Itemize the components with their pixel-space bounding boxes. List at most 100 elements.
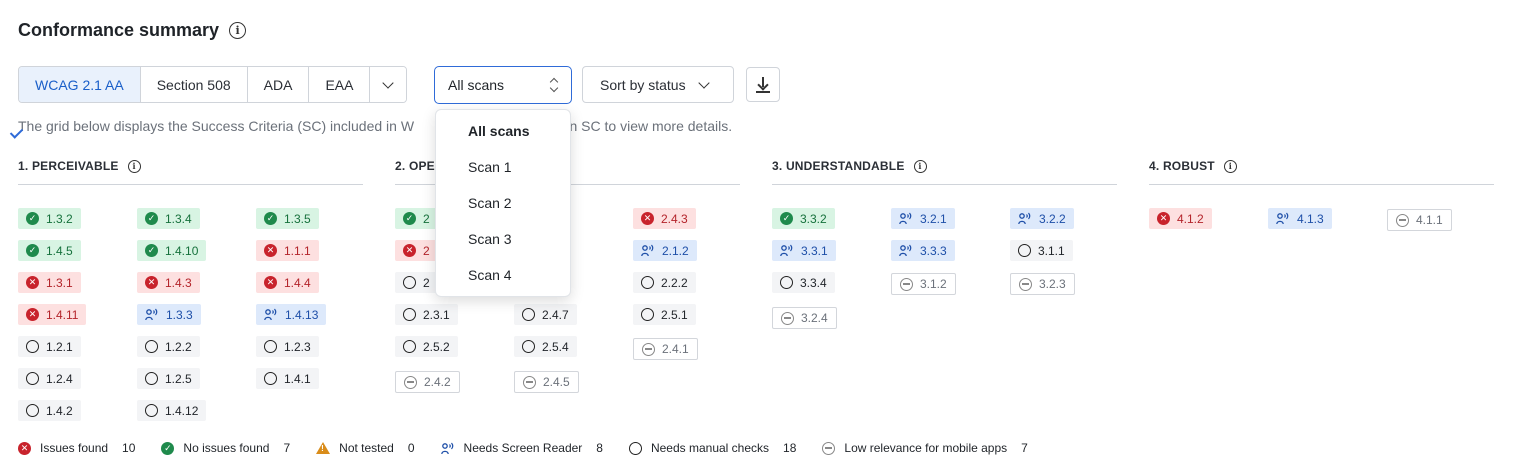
criterion-chip[interactable]: ✓ 1.4.10: [137, 240, 207, 261]
criterion-chip[interactable]: ✓ 1.3.2: [18, 208, 81, 229]
criterion-chip[interactable]: ✓ 1.4.5: [18, 240, 81, 261]
criterion-chip[interactable]: 2.5.1: [633, 304, 696, 325]
screen-reader-icon: [1276, 212, 1290, 225]
criterion-chip[interactable]: 1.4.1: [256, 368, 319, 389]
criterion-chip[interactable]: 2.4.5: [514, 371, 579, 393]
manual-check-icon: [145, 404, 158, 417]
criterion-chip[interactable]: 2.2.2: [633, 272, 696, 293]
pass-icon: ✓: [26, 212, 39, 225]
criterion-id: 1.4.10: [165, 243, 199, 258]
page-title-row: Conformance summary i: [18, 20, 247, 41]
criterion-chip[interactable]: 1.4.12: [137, 400, 207, 421]
info-icon[interactable]: i: [913, 159, 927, 173]
tab-eaa[interactable]: EAA: [309, 67, 371, 102]
criterion-chip[interactable]: 2.4.1: [633, 338, 698, 360]
criterion-chip[interactable]: 2.1.2: [633, 240, 697, 261]
criterion-chip[interactable]: ✕ 4.1.2: [1149, 208, 1212, 229]
divider: [18, 184, 363, 185]
criterion-chip[interactable]: 1.2.4: [18, 368, 81, 389]
menu-item-all-scans[interactable]: All scans: [468, 123, 529, 139]
download-button[interactable]: [746, 67, 780, 102]
screen-reader-icon: [899, 212, 913, 225]
screen-reader-icon: [1018, 212, 1032, 225]
menu-item-scan-3[interactable]: Scan 3: [468, 231, 512, 247]
criterion-chip[interactable]: 3.1.1: [1010, 240, 1073, 261]
criterion-chip[interactable]: ✕ 2: [395, 240, 438, 261]
sort-button[interactable]: Sort by status: [582, 66, 734, 103]
legend-not-tested: Not tested 0: [316, 441, 415, 455]
legend-count: 7: [1021, 441, 1028, 455]
criterion-chip[interactable]: ✕ 1.1.1: [256, 240, 319, 261]
legend-label: No issues found: [183, 441, 270, 455]
legend-count: 8: [596, 441, 603, 455]
manual-check-icon: [522, 340, 535, 353]
screen-reader-icon: [641, 244, 655, 257]
criterion-chip[interactable]: 3.2.3: [1010, 273, 1075, 295]
menu-item-scan-4[interactable]: Scan 4: [468, 267, 512, 283]
tab-ada[interactable]: ADA: [247, 67, 310, 102]
criterion-chip[interactable]: 1.3.3: [137, 304, 201, 325]
criterion-chip[interactable]: 2.4.2: [395, 371, 460, 393]
criterion-chip[interactable]: ✓ 3.3.2: [772, 208, 835, 229]
issues-icon: ✕: [264, 244, 277, 257]
section-title: 4. ROBUST: [1149, 159, 1215, 173]
download-icon: [756, 76, 770, 93]
criterion-chip[interactable]: 1.4.13: [256, 304, 327, 325]
criterion-chip[interactable]: 1.2.1: [18, 336, 81, 357]
criterion-chip[interactable]: ✕ 1.4.3: [137, 272, 200, 293]
criterion-id: 3.1.2: [920, 277, 947, 291]
criterion-id: 4.1.3: [1297, 211, 1324, 226]
criterion-chip[interactable]: 1.4.2: [18, 400, 81, 421]
criterion-chip[interactable]: 3.2.2: [1010, 208, 1074, 229]
criterion-id: 2: [423, 211, 430, 226]
manual-check-icon: [641, 308, 654, 321]
criterion-id: 3.2.3: [1039, 277, 1066, 291]
criterion-chip[interactable]: ✕ 1.4.4: [256, 272, 319, 293]
criterion-chip[interactable]: 1.2.2: [137, 336, 200, 357]
criterion-chip[interactable]: 1.2.3: [256, 336, 319, 357]
menu-item-scan-1[interactable]: Scan 1: [468, 159, 512, 175]
scan-select[interactable]: All scans: [434, 66, 572, 104]
criterion-id: 1.1.1: [284, 243, 311, 258]
criterion-chip[interactable]: 3.1.2: [891, 273, 956, 295]
manual-check-icon: [145, 372, 158, 385]
criterion-id: 4.1.1: [1416, 213, 1443, 227]
pass-icon: ✓: [26, 244, 39, 257]
criterion-id: 2: [423, 275, 430, 290]
criterion-chip[interactable]: 4.1.1: [1387, 209, 1452, 231]
criterion-chip[interactable]: 2.5.4: [514, 336, 577, 357]
info-icon[interactable]: i: [229, 22, 247, 39]
menu-item-scan-2[interactable]: Scan 2: [468, 195, 512, 211]
criterion-chip[interactable]: 3.3.1: [772, 240, 836, 261]
criterion-chip[interactable]: 1.2.5: [137, 368, 200, 389]
criterion-id: 2.4.2: [424, 375, 451, 389]
issues-icon: ✕: [145, 276, 158, 289]
criterion-chip[interactable]: 3.3.4: [772, 272, 835, 293]
legend-label: Issues found: [40, 441, 109, 455]
criterion-chip[interactable]: 3.3.3: [891, 240, 955, 261]
criterion-chip[interactable]: 3.2.4: [772, 307, 837, 329]
info-icon[interactable]: i: [127, 159, 141, 173]
criterion-id: 1.3.4: [165, 211, 192, 226]
criterion-chip[interactable]: ✕ 1.3.1: [18, 272, 81, 293]
criterion-chip[interactable]: ✕ 2.4.3: [633, 208, 696, 229]
criterion-chip[interactable]: 2.5.2: [395, 336, 458, 357]
criterion-chip[interactable]: 2.3.1: [395, 304, 458, 325]
criterion-chip[interactable]: 3.2.1: [891, 208, 955, 229]
manual-check-icon: [26, 404, 39, 417]
tab-wcag[interactable]: WCAG 2.1 AA: [19, 67, 141, 102]
more-standards-button[interactable]: [370, 67, 407, 102]
criterion-chip[interactable]: 2.4.7: [514, 304, 577, 325]
info-icon[interactable]: i: [1223, 159, 1237, 173]
tab-section-508[interactable]: Section 508: [140, 67, 248, 102]
criterion-chip[interactable]: 4.1.3: [1268, 208, 1332, 229]
legend-label: Low relevance for mobile apps: [844, 441, 1008, 455]
criterion-chip[interactable]: ✓ 1.3.5: [256, 208, 319, 229]
criterion-chip[interactable]: ✕ 1.4.11: [18, 304, 87, 325]
criterion-chip[interactable]: ✓ 1.3.4: [137, 208, 200, 229]
legend-count: 10: [122, 441, 136, 455]
legend-label: Not tested: [339, 441, 394, 455]
criterion-chip[interactable]: 2: [395, 272, 438, 293]
criterion-id: 2.5.1: [661, 307, 688, 322]
criterion-chip[interactable]: ✓ 2: [395, 208, 438, 229]
